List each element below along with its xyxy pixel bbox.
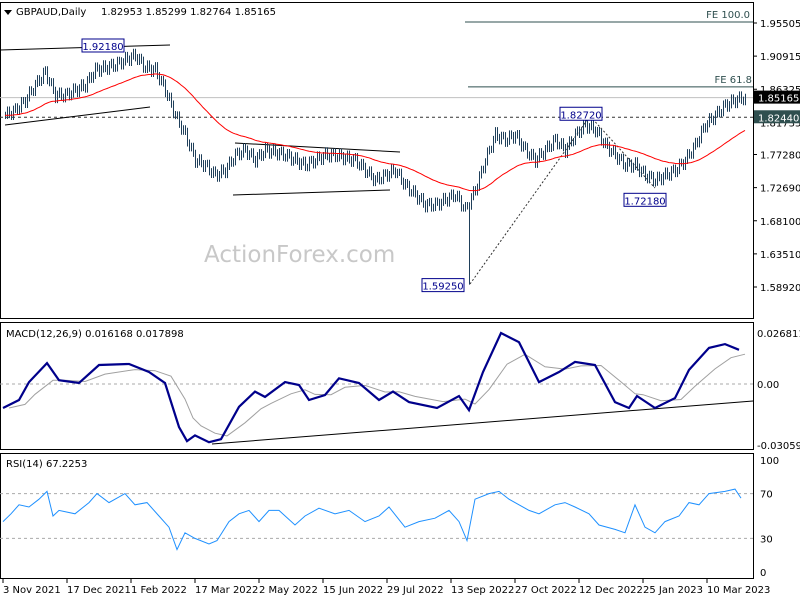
- date-axis-label: 15 Jun 2022: [323, 585, 383, 596]
- rsi-axis-label: 0: [760, 568, 766, 579]
- rsi-panel: [0, 453, 754, 579]
- price-annotation-label: 1.92180: [82, 42, 123, 53]
- rsi-axis-label: 70: [760, 490, 773, 501]
- macd-axis-label: 0.00: [757, 380, 779, 391]
- fe100-label: FE 100.0: [706, 10, 750, 21]
- date-axis-label: 13 Sep 2022: [451, 585, 514, 596]
- rsi-line: [2, 488, 742, 551]
- macd-signal-line: [8, 353, 746, 437]
- date-axis-label: 12 Dec 2022: [579, 585, 643, 596]
- price-annotation-label: 1.82720: [560, 110, 601, 121]
- date-axis-label: 27 Oct 2022: [515, 585, 577, 596]
- price-axis-label: 1.95505: [760, 19, 800, 30]
- date-axis-label: 25 Jan 2023: [643, 585, 703, 596]
- price-axis-label: 1.77280: [760, 151, 800, 162]
- price-annotation-label: 1.59250: [422, 282, 463, 293]
- trendline: [232, 189, 391, 196]
- price-annotation-label: 1.72180: [624, 196, 665, 207]
- date-axis-label: 17 Dec 2021: [67, 585, 131, 596]
- date-axis-label: 1 Feb 2022: [131, 585, 187, 596]
- price-axis-label: 1.90915: [760, 52, 800, 63]
- date-axis-label: 29 Jul 2022: [387, 585, 444, 596]
- chart-canvas[interactable]: ActionForex.com FE 100.0 FE 61.8 1.92180 1.…: [0, 0, 800, 600]
- price-axis-label: 1.72690: [760, 184, 800, 195]
- macd-axis-label: 0.026811: [757, 329, 800, 340]
- moving-average-line: [4, 73, 746, 192]
- date-axis-label: 2 May 2022: [259, 585, 318, 596]
- fe618-label: FE 61.8: [714, 75, 752, 86]
- price-tag-label: 1.85165: [758, 94, 799, 105]
- price-axis-label: 1.63510: [760, 250, 800, 261]
- watermark: ActionForex.com: [204, 242, 395, 268]
- macd-title: MACD(12,26,9) 0.016168 0.017898: [6, 329, 184, 340]
- chart-window: ActionForex.com FE 100.0 FE 61.8 1.92180 1.…: [0, 0, 800, 600]
- macd-axis-label: -0.030592: [757, 441, 800, 452]
- price-axis-label: 1.68100: [760, 217, 800, 228]
- ohlc-values: 1.82953 1.85299 1.82764 1.85165: [101, 7, 276, 18]
- collapse-triangle-icon[interactable]: [4, 10, 12, 15]
- trendline: [4, 106, 151, 126]
- rsi-axis-label: 100: [760, 456, 779, 467]
- date-axis-label: 3 Nov 2021: [3, 585, 61, 596]
- rsi-title: RSI(14) 67.2253: [6, 459, 87, 470]
- rsi-axis-label: 30: [760, 534, 773, 545]
- price-axis-label: 1.58920: [760, 283, 800, 294]
- symbol-title: GBPAUD,Daily: [16, 7, 86, 18]
- macd-trendline: [211, 400, 754, 445]
- date-axis-label: 17 Mar 2022: [195, 585, 258, 596]
- price-tag-label: 1.82440: [758, 113, 799, 124]
- date-axis-label: 10 Mar 2023: [707, 585, 770, 596]
